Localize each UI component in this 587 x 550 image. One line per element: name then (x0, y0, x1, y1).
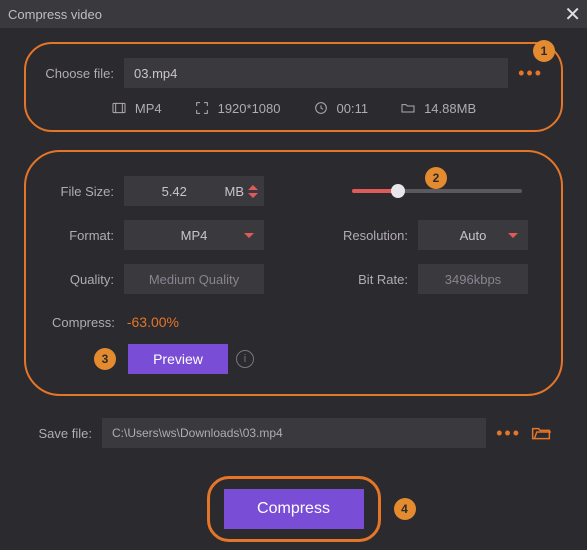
filesize-slider-wrap: 2 (332, 189, 535, 193)
action-row: Compress 4 (0, 476, 587, 542)
format-select[interactable]: MP4 (124, 220, 264, 250)
save-file-label: Save file: (36, 426, 92, 441)
info-icon[interactable]: i (236, 350, 254, 368)
bitrate-value: 3496kbps (418, 264, 528, 294)
quality-field: Quality: Medium Quality (52, 264, 312, 294)
window-title: Compress video (8, 7, 102, 22)
meta-duration: 00:11 (313, 100, 369, 116)
quality-label: Quality: (52, 272, 114, 287)
bitrate-field: Bit Rate: 3496kbps (332, 264, 535, 294)
folder-icon (400, 100, 416, 116)
filesize-label: File Size: (52, 184, 114, 199)
choose-file-input[interactable] (124, 58, 508, 88)
resolution-value: Auto (460, 228, 487, 243)
format-field: Format: MP4 (52, 220, 312, 250)
resolution-field: Resolution: Auto (332, 220, 535, 250)
compress-value: -63.00% (127, 314, 179, 330)
meta-duration-value: 00:11 (337, 101, 369, 116)
save-file-input[interactable] (102, 418, 486, 448)
step-badge-2: 2 (425, 167, 447, 189)
filesize-field: File Size: 5.42 MB (52, 176, 312, 206)
compress-button[interactable]: Compress (224, 489, 364, 529)
save-browse-button[interactable]: ••• (496, 423, 521, 444)
step-badge-3: 3 (94, 348, 116, 370)
meta-format: MP4 (111, 100, 162, 116)
filesize-stepper[interactable]: 5.42 MB (124, 176, 264, 206)
chevron-down-icon (508, 233, 518, 238)
step-badge-4: 4 (394, 498, 416, 520)
filesize-value: 5.42 (124, 184, 225, 199)
clock-icon (313, 100, 329, 116)
chevron-down-icon (244, 233, 254, 238)
filesize-slider[interactable] (352, 189, 522, 193)
compress-outline: Compress (207, 476, 381, 542)
resolution-label: Resolution: (332, 228, 408, 243)
meta-size: 14.88MB (400, 100, 476, 116)
bitrate-label: Bit Rate: (332, 272, 408, 287)
file-meta-row: MP4 1920*1080 00:11 14.88MB (44, 100, 543, 116)
choose-file-section: 1 Choose file: ••• MP4 1920*1080 00:11 1… (24, 42, 563, 132)
choose-file-label: Choose file: (44, 66, 114, 81)
filesize-unit: MB (225, 184, 265, 199)
meta-resolution-value: 1920*1080 (218, 101, 281, 116)
step-badge-1: 1 (533, 40, 555, 62)
close-icon[interactable]: ✕ (564, 2, 581, 27)
slider-thumb[interactable] (391, 184, 405, 198)
compress-percent-row: Compress: -63.00% (52, 314, 535, 330)
resolution-select[interactable]: Auto (418, 220, 528, 250)
format-value: MP4 (181, 228, 208, 243)
meta-format-value: MP4 (135, 101, 162, 116)
compress-label: Compress: (52, 315, 115, 330)
settings-section: File Size: 5.42 MB 2 Format: MP4 (24, 150, 563, 396)
meta-resolution: 1920*1080 (194, 100, 281, 116)
quality-value: Medium Quality (124, 264, 264, 294)
save-file-row: Save file: ••• (36, 418, 551, 448)
expand-icon (194, 100, 210, 116)
titlebar: Compress video ✕ (0, 0, 587, 28)
stepper-down-icon[interactable] (248, 193, 258, 198)
browse-file-button[interactable]: ••• (518, 63, 543, 84)
format-label: Format: (52, 228, 114, 243)
stepper-up-icon[interactable] (248, 185, 258, 190)
preview-button[interactable]: Preview (128, 344, 228, 374)
film-icon (111, 100, 127, 116)
open-folder-button[interactable] (531, 423, 551, 444)
meta-size-value: 14.88MB (424, 101, 476, 116)
